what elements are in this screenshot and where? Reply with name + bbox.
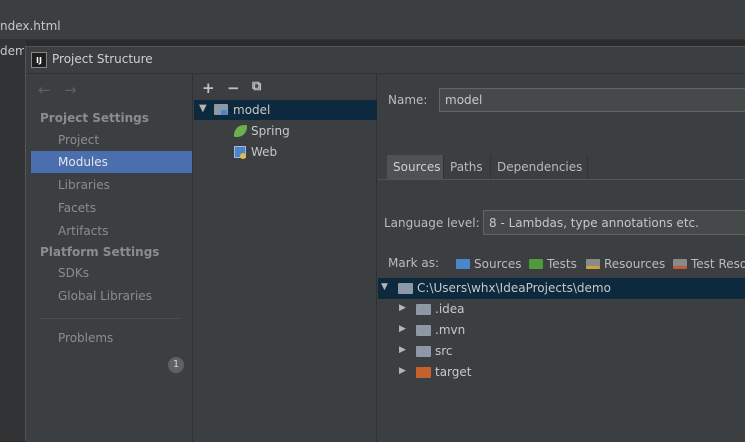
- settings-nav-panel: ← → Project Settings Project Modules Lib…: [26, 74, 193, 442]
- add-icon[interactable]: +: [202, 79, 215, 97]
- expand-arrow-icon[interactable]: ▼: [381, 282, 393, 292]
- nav-item-facets[interactable]: Facets: [31, 197, 192, 219]
- tree-item-label: Web: [251, 145, 278, 159]
- tree-item-web[interactable]: Web: [194, 142, 377, 162]
- folder-icon: [416, 304, 431, 315]
- folder-label: src: [435, 344, 453, 358]
- name-label: Name:: [388, 93, 428, 107]
- dialog-title-bar: IJ Project Structure: [26, 47, 745, 74]
- tree-item-model[interactable]: ▼ model: [194, 100, 377, 120]
- copy-icon[interactable]: ⧉: [252, 79, 261, 94]
- back-arrow-icon[interactable]: ←: [38, 81, 51, 99]
- language-level-label: Language level:: [384, 216, 480, 230]
- content-tree-row[interactable]: ▶ src: [378, 341, 745, 362]
- tab-strip-divider: [378, 179, 745, 180]
- expand-arrow-icon[interactable]: ▼: [199, 103, 207, 114]
- mark-as-resources-button[interactable]: Resources: [586, 257, 665, 273]
- folder-label: .idea: [435, 302, 465, 316]
- nav-item-libraries[interactable]: Libraries: [31, 174, 192, 196]
- tests-folder-icon: [529, 259, 543, 269]
- module-name-field[interactable]: model: [439, 88, 745, 112]
- nav-item-problems[interactable]: Problems: [31, 327, 192, 349]
- content-tree-row[interactable]: ▶ .idea: [378, 299, 745, 320]
- nav-item-artifacts[interactable]: Artifacts: [31, 220, 192, 242]
- dialog-title: Project Structure: [52, 52, 153, 66]
- folder-label: .mvn: [435, 323, 466, 337]
- content-root-row[interactable]: ▼ C:\Users\whx\IdeaProjects\demo: [378, 278, 745, 299]
- problems-count-badge: 1: [168, 357, 184, 373]
- nav-item-modules[interactable]: Modules: [31, 151, 192, 173]
- tree-item-label: Spring: [251, 124, 290, 138]
- content-root-path: C:\Users\whx\IdeaProjects\demo: [417, 281, 611, 295]
- forward-arrow-icon[interactable]: →: [64, 81, 77, 99]
- resources-folder-icon: [586, 259, 600, 269]
- mark-as-label: Mark as:: [388, 256, 440, 270]
- ide-left-sidebar: [0, 40, 26, 441]
- project-tab-demo[interactable]: demo: [0, 44, 24, 58]
- nav-divider: [40, 318, 180, 319]
- tab-paths[interactable]: Paths: [444, 155, 491, 180]
- ide-tab-strip: [0, 14, 745, 40]
- platform-settings-heading: Platform Settings: [40, 245, 160, 259]
- content-tree-row[interactable]: ▶ target: [378, 362, 745, 383]
- collapse-arrow-icon[interactable]: ▶: [399, 366, 411, 376]
- ide-toolbar: [0, 0, 745, 14]
- remove-icon[interactable]: −: [227, 79, 240, 97]
- collapse-arrow-icon[interactable]: ▶: [399, 303, 411, 313]
- tree-item-spring[interactable]: Spring: [194, 121, 377, 141]
- folder-icon: [398, 283, 413, 294]
- intellij-logo-icon: IJ: [31, 52, 47, 68]
- mark-as-test-resources-button[interactable]: Test Resources: [673, 257, 745, 273]
- folder-label: target: [435, 365, 472, 379]
- mark-as-tests-button[interactable]: Tests: [529, 257, 577, 273]
- test-resources-folder-icon: [673, 259, 687, 269]
- tab-dependencies[interactable]: Dependencies: [491, 155, 588, 180]
- collapse-arrow-icon[interactable]: ▶: [399, 324, 411, 334]
- project-settings-heading: Project Settings: [40, 111, 149, 125]
- language-level-select[interactable]: 8 - Lambdas, type annotations etc.: [483, 210, 745, 235]
- spring-leaf-icon: [234, 125, 247, 137]
- module-detail-panel: Name: model Sources Paths Dependencies L…: [378, 74, 745, 442]
- web-globe-icon: [240, 153, 246, 159]
- folder-icon: [416, 346, 431, 357]
- nav-item-project[interactable]: Project: [31, 129, 192, 151]
- nav-item-sdks[interactable]: SDKs: [31, 262, 192, 284]
- module-badge-icon: [221, 110, 227, 115]
- mark-as-sources-button[interactable]: Sources: [456, 257, 521, 273]
- editor-tab-index[interactable]: ndex.html: [0, 16, 75, 38]
- sources-folder-icon: [456, 259, 470, 269]
- collapse-arrow-icon[interactable]: ▶: [399, 345, 411, 355]
- content-tree-row[interactable]: ▶ .mvn: [378, 320, 745, 341]
- excluded-folder-icon: [416, 367, 431, 378]
- folder-icon: [416, 325, 431, 336]
- module-tree-panel: + − ⧉ ▼ model Spring Web: [194, 74, 377, 442]
- tab-sources[interactable]: Sources: [387, 155, 444, 180]
- tree-item-label: model: [233, 103, 271, 117]
- nav-item-global-libraries[interactable]: Global Libraries: [31, 285, 192, 307]
- project-structure-dialog: IJ Project Structure ← → Project Setting…: [25, 46, 745, 442]
